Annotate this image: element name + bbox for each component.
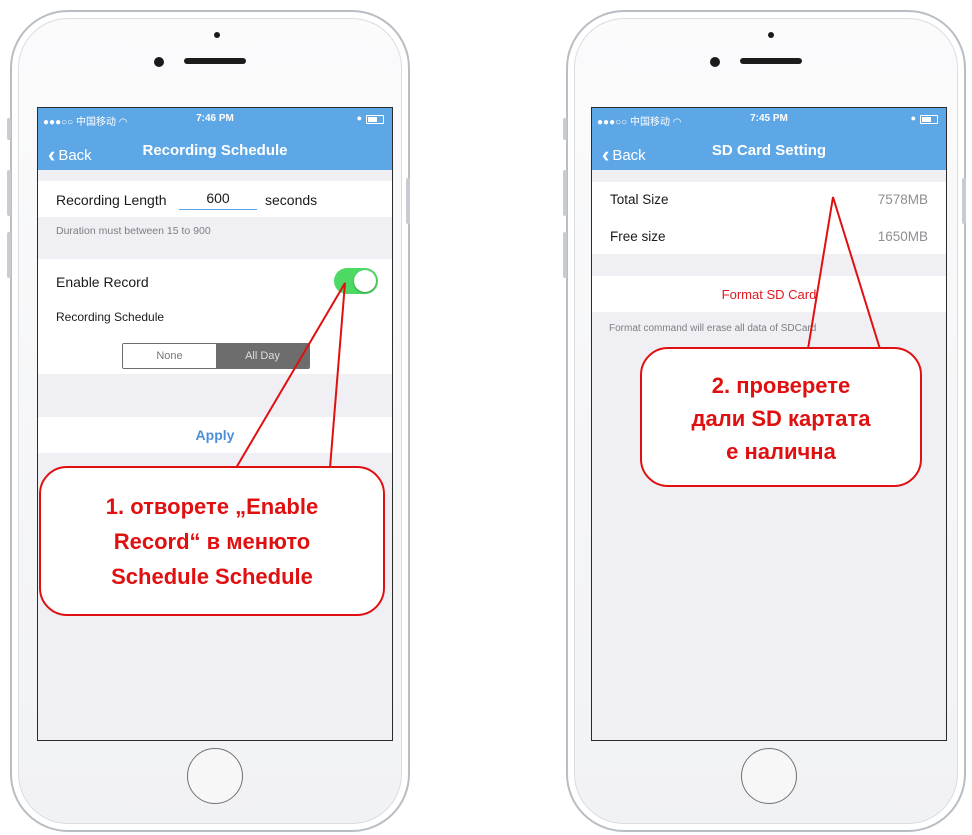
left-callout-line-1: 1. отворете „Enable (105, 494, 319, 519)
right-callout-pointer (807, 196, 881, 350)
left-callout-pointer (235, 282, 346, 469)
right-callout-line-1: 2. проверете (711, 373, 851, 398)
left-callout: 1. отворете „Enable Record“ в менюто Sch… (39, 466, 385, 616)
left-callout-line-2: Record“ в менюто (113, 529, 311, 554)
right-callout-line-3: е налична (726, 439, 836, 464)
left-callout-line-3: Schedule Schedule (111, 564, 313, 589)
right-callout: 2. проверете дали SD картата е налична (640, 347, 922, 487)
right-callout-line-2: дали SD картата (691, 406, 871, 431)
